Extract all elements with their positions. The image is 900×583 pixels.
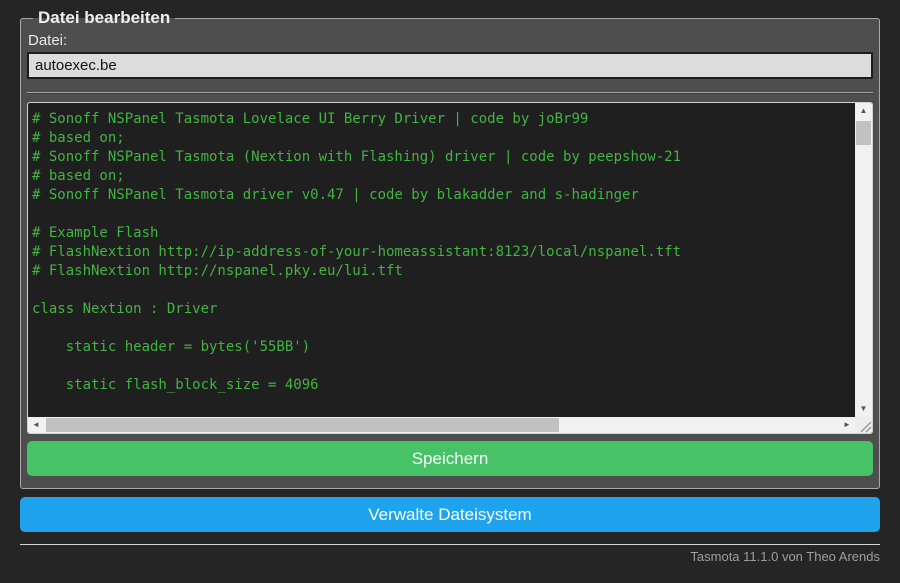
horizontal-scrollbar-thumb[interactable] xyxy=(46,418,559,432)
scroll-right-icon[interactable]: ► xyxy=(839,417,855,433)
resize-grip-icon[interactable] xyxy=(855,417,872,433)
vertical-scrollbar-thumb[interactable] xyxy=(856,121,871,145)
scroll-down-icon[interactable]: ▼ xyxy=(855,401,872,417)
scroll-left-icon[interactable]: ◄ xyxy=(28,417,44,433)
file-editor-section: Datei bearbeiten Datei: # Sonoff NSPanel… xyxy=(20,8,880,489)
up-arrow-glyph: ▲ xyxy=(859,106,868,115)
file-name-label: Datei: xyxy=(28,32,68,49)
save-button[interactable]: Speichern xyxy=(27,441,873,476)
vertical-scrollbar[interactable]: ▲ ▼ xyxy=(855,103,872,417)
right-arrow-glyph: ► xyxy=(843,420,851,429)
version-text: Tasmota 11.1.0 von Theo Arends xyxy=(690,549,880,564)
page: Datei bearbeiten Datei: # Sonoff NSPanel… xyxy=(0,0,900,564)
horizontal-scrollbar[interactable]: ◄ ► xyxy=(28,417,855,433)
file-content-textarea[interactable]: # Sonoff NSPanel Tasmota Lovelace UI Ber… xyxy=(27,102,873,434)
footer: Tasmota 11.1.0 von Theo Arends xyxy=(20,544,880,564)
file-name-input[interactable] xyxy=(27,52,873,79)
down-arrow-glyph: ▼ xyxy=(859,404,868,413)
left-arrow-glyph: ◄ xyxy=(32,420,40,429)
editor-divider xyxy=(27,92,873,94)
code-content: # Sonoff NSPanel Tasmota Lovelace UI Ber… xyxy=(32,111,682,393)
file-editor-legend: Datei bearbeiten xyxy=(38,8,171,27)
scroll-up-icon[interactable]: ▲ xyxy=(855,103,872,119)
manage-filesystem-button[interactable]: Verwalte Dateisystem xyxy=(20,497,880,532)
